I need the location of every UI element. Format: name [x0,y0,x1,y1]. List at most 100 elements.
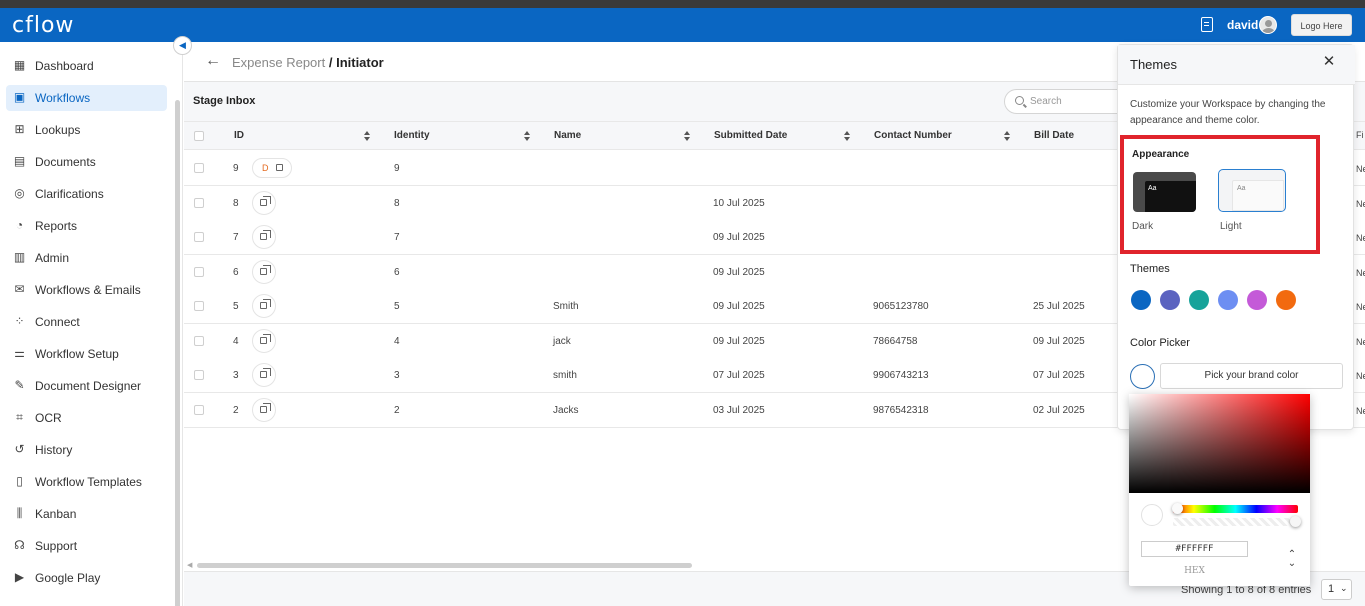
dark-mode-option[interactable]: Aa [1133,172,1196,212]
search-input[interactable]: Search [1004,89,1134,114]
sort-icon[interactable] [524,131,531,142]
copy-button[interactable] [252,294,276,318]
column-header-bill-date[interactable]: Bill Date [1034,130,1074,141]
column-header-name[interactable]: Name [554,130,581,141]
sidebar-item-clarifications[interactable]: ◎ Clarifications [6,181,167,207]
sidebar-item-workflows-emails[interactable]: ✉ Workflows & Emails [6,277,167,303]
saturation-area[interactable] [1129,394,1310,493]
draft-label: D [262,163,269,173]
sort-icon[interactable] [364,131,371,142]
column-header-contact-number[interactable]: Contact Number [874,130,952,141]
sidebar-item-label: Workflow Templates [35,475,142,489]
hex-input[interactable]: #FFFFFF [1141,541,1248,557]
cell-name: smith [553,370,577,381]
theme-color-swatch[interactable] [1189,290,1209,310]
light-mode-option[interactable]: Aa [1218,169,1286,212]
copy-button[interactable] [252,397,276,422]
column-header-submitted-date[interactable]: Submitted Date [714,130,787,141]
sidebar-item-label: Connect [35,315,80,329]
color-picker-label: Color Picker [1130,337,1190,349]
copy-icon [260,299,271,309]
sidebar-item-kanban[interactable]: ⫼ Kanban [6,501,167,527]
sidebar-item-workflow-setup[interactable]: ⚌ Workflow Setup [6,341,167,367]
breadcrumb-parent[interactable]: Expense Report [232,55,325,70]
row-checkbox[interactable] [194,370,204,380]
document-icon[interactable] [1201,17,1213,32]
sidebar-item-admin[interactable]: ▥ Admin [6,245,167,271]
back-arrow-icon[interactable]: ← [205,52,221,70]
sidebar-item-workflow-templates[interactable]: ▯ Workflow Templates [6,469,167,495]
user-avatar-icon[interactable] [1259,16,1277,34]
row-checkbox[interactable] [194,232,204,242]
color-swatch-preview [1141,504,1163,526]
format-toggle-icon[interactable]: ⌃ ⌄ [1286,550,1298,569]
themes-description: Customize your Workspace by changing the… [1130,99,1326,126]
copy-button[interactable] [252,225,276,249]
copy-icon [276,164,283,171]
hue-slider[interactable] [1173,505,1298,513]
row-checkbox[interactable] [194,163,204,173]
sidebar-item-workflows[interactable]: ▣ Workflows [6,85,167,111]
brand-color-preview[interactable] [1130,364,1155,389]
sort-icon[interactable] [684,131,691,142]
sidebar-item-connect[interactable]: ⁘ Connect [6,309,167,335]
sidebar-item-ocr[interactable]: ⌗ OCR [6,405,167,431]
clarifications-icon: ◎ [14,186,25,200]
theme-color-swatch[interactable] [1218,290,1238,310]
logo-here-button[interactable]: Logo Here [1291,14,1352,36]
sidebar-item-label: Dashboard [35,59,94,73]
sidebar-item-reports[interactable]: ◔ Reports [6,213,167,239]
cell-id: 3 [233,370,239,381]
theme-color-swatch[interactable] [1131,290,1151,310]
sidebar-item-lookups[interactable]: ⊞ Lookups [6,117,167,143]
theme-color-swatch[interactable] [1276,290,1296,310]
workflows-icon: ▣ [13,90,26,104]
sidebar-item-google-play[interactable]: ▶ Google Play [6,565,167,591]
column-header-id[interactable]: ID [234,130,244,141]
sidebar-scrollbar[interactable] [175,100,180,606]
row-checkbox[interactable] [194,197,204,208]
pick-brand-color-button[interactable]: Pick your brand color [1160,363,1343,389]
select-all-checkbox[interactable] [194,131,204,141]
theme-color-swatch[interactable] [1247,290,1267,310]
row-checkbox[interactable] [194,404,204,415]
dashboard-icon: ▦ [13,58,26,72]
hue-slider-handle[interactable] [1172,503,1183,514]
copy-button[interactable] [252,190,276,215]
draft-badge[interactable]: D [252,158,292,178]
horizontal-scrollbar[interactable] [197,563,692,568]
collapse-sidebar-button[interactable]: ◀ [173,36,192,55]
row-checkbox[interactable] [194,266,204,277]
copy-icon [260,368,271,378]
sidebar-item-dashboard[interactable]: ▦ Dashboard [6,53,167,79]
overflow-column-header: Fi [1356,130,1364,140]
cell-identity: 7 [394,232,400,243]
copy-button[interactable] [252,259,276,284]
cell-id: 8 [233,197,239,209]
theme-color-swatch[interactable] [1160,290,1180,310]
sidebar-item-history[interactable]: ↺ History [6,437,167,463]
dark-preview-text: Aa [1148,185,1157,192]
alpha-slider-handle[interactable] [1290,516,1301,527]
close-icon[interactable]: ✕ [1322,54,1336,69]
copy-button[interactable] [252,328,276,353]
scroll-left-icon[interactable]: ◀ [187,561,192,569]
copy-button[interactable] [252,363,276,387]
row-checkbox[interactable] [194,301,204,311]
sidebar-item-support[interactable]: ☊ Support [6,533,167,559]
sort-icon[interactable] [1004,131,1011,142]
row-checkbox[interactable] [194,335,204,346]
cell-id: 9 [233,163,239,174]
sidebar-item-document-designer[interactable]: ✎ Document Designer [6,373,167,399]
sort-icon[interactable] [844,131,851,142]
overflow-cell: Ne [1356,164,1365,174]
column-header-identity[interactable]: Identity [394,130,430,141]
cell-contact: 9876542318 [873,404,929,416]
sidebar-item-documents[interactable]: ▤ Documents [6,149,167,175]
user-name[interactable]: david [1227,18,1258,32]
overflow-column: Fi Ne Ne Ne Ne Ne Ne Ne Ne [1356,120,1365,430]
appearance-section: Appearance Aa Aa Dark Light [1120,135,1320,254]
page-select[interactable]: 1 ⌄ [1321,579,1352,600]
cell-id: 2 [233,404,239,416]
alpha-slider[interactable] [1173,518,1298,526]
